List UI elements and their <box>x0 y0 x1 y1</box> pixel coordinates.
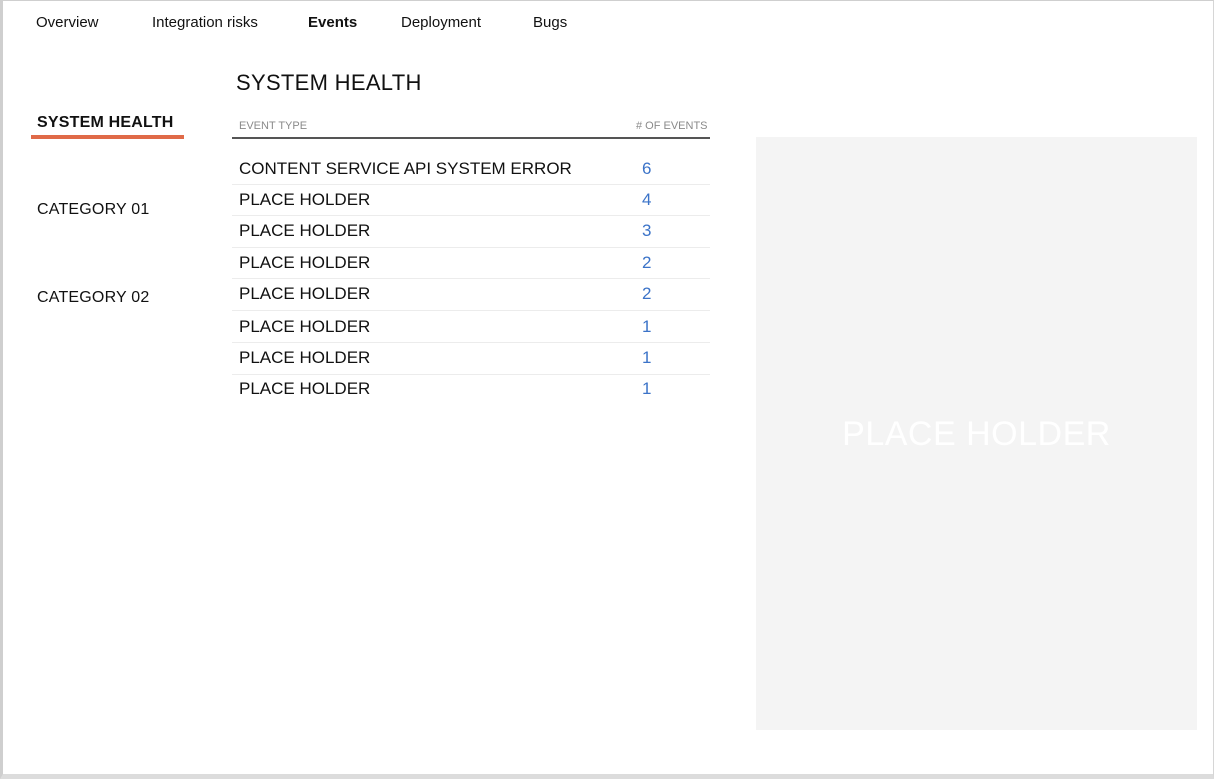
nav-tab-events[interactable]: Events <box>308 14 357 31</box>
event-count-link[interactable]: 1 <box>642 379 651 399</box>
sidebar-item-system-health[interactable]: SYSTEM HEALTH <box>37 114 174 132</box>
nav-tab-deployment[interactable]: Deployment <box>401 14 481 31</box>
event-count-link[interactable]: 3 <box>642 221 651 241</box>
page-title: SYSTEM HEALTH <box>236 70 422 95</box>
nav-tab-bugs[interactable]: Bugs <box>533 14 567 31</box>
sidebar-item-category-02[interactable]: CATEGORY 02 <box>37 289 149 307</box>
table-row[interactable]: PLACE HOLDER 2 <box>232 248 710 279</box>
event-type-cell: PLACE HOLDER <box>239 221 371 240</box>
event-count-link[interactable]: 4 <box>642 190 651 210</box>
table-row[interactable]: PLACE HOLDER 1 <box>232 311 710 343</box>
table-row[interactable]: PLACE HOLDER 1 <box>232 343 710 375</box>
nav-tab-overview[interactable]: Overview <box>36 14 99 31</box>
table-row[interactable]: PLACE HOLDER 1 <box>232 375 710 406</box>
table-header: EVENT TYPE # OF EVENTS <box>232 118 710 139</box>
nav-tab-integration-risks[interactable]: Integration risks <box>152 14 258 31</box>
event-count-link[interactable]: 6 <box>642 159 651 179</box>
events-table: EVENT TYPE # OF EVENTS CONTENT SERVICE A… <box>232 118 715 406</box>
event-type-cell: PLACE HOLDER <box>239 253 371 272</box>
event-type-cell: PLACE HOLDER <box>239 190 371 209</box>
event-type-cell: PLACE HOLDER <box>239 317 371 336</box>
placeholder-label: PLACE HOLDER <box>842 415 1111 453</box>
table-body: CONTENT SERVICE API SYSTEM ERROR 6 PLACE… <box>232 154 715 406</box>
table-row[interactable]: CONTENT SERVICE API SYSTEM ERROR 6 <box>232 154 710 185</box>
sidebar-item-category-01[interactable]: CATEGORY 01 <box>37 201 149 219</box>
table-row[interactable]: PLACE HOLDER 3 <box>232 216 710 248</box>
event-count-link[interactable]: 2 <box>642 284 651 304</box>
placeholder-panel: PLACE HOLDER <box>756 137 1197 730</box>
active-indicator <box>31 135 184 139</box>
app-window: Overview Integration risks Events Deploy… <box>0 0 1214 779</box>
event-type-cell: PLACE HOLDER <box>239 348 371 367</box>
table-row[interactable]: PLACE HOLDER 2 <box>232 279 710 311</box>
table-row[interactable]: PLACE HOLDER 4 <box>232 185 710 216</box>
column-header-event-type: EVENT TYPE <box>239 120 308 132</box>
event-count-link[interactable]: 1 <box>642 348 651 368</box>
event-type-cell: PLACE HOLDER <box>239 379 371 398</box>
event-count-link[interactable]: 1 <box>642 317 651 337</box>
event-type-cell: PLACE HOLDER <box>239 284 371 303</box>
column-header-event-count: # OF EVENTS <box>636 120 708 132</box>
event-type-cell: CONTENT SERVICE API SYSTEM ERROR <box>239 159 572 178</box>
event-count-link[interactable]: 2 <box>642 253 651 273</box>
